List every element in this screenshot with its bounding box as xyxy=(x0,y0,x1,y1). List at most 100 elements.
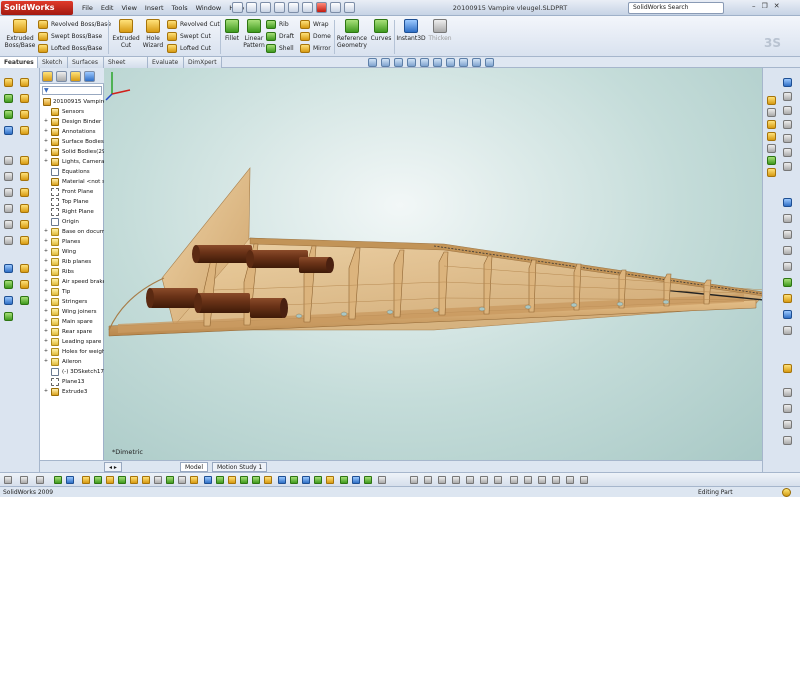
tree-filter[interactable]: ▼ xyxy=(42,86,102,95)
tree-expand-icon[interactable]: + xyxy=(43,239,49,245)
tree-item[interactable]: + Stringers xyxy=(40,297,104,307)
lofted-boss-button[interactable]: Lofted Boss/Base xyxy=(38,43,102,54)
tree-expand-icon[interactable]: + xyxy=(43,289,49,295)
composite-curve-icon[interactable] xyxy=(352,476,360,484)
axis-quick-icon[interactable] xyxy=(252,476,260,484)
move-entities-icon[interactable] xyxy=(4,188,13,197)
line-tool-icon[interactable] xyxy=(783,106,792,115)
polygon-tool-icon[interactable] xyxy=(783,148,792,157)
tree-item[interactable]: Origin xyxy=(40,217,104,227)
view-settings-icon[interactable] xyxy=(485,58,494,67)
tree-item[interactable]: + Rear spare xyxy=(40,327,104,337)
menu-edit[interactable]: Edit xyxy=(97,0,118,16)
tree-item[interactable]: + Wing xyxy=(40,247,104,257)
instant3d-button[interactable]: Instant3D xyxy=(396,19,426,42)
file-explorer-icon[interactable] xyxy=(767,132,776,141)
trim-icon[interactable] xyxy=(20,126,29,135)
tree-item[interactable]: + Ribs xyxy=(40,267,104,277)
rebuild-icon[interactable] xyxy=(316,2,327,13)
grid-icon[interactable] xyxy=(783,404,792,413)
smart-dimension-icon[interactable] xyxy=(4,78,13,87)
revolve-tool-icon[interactable] xyxy=(94,476,102,484)
sketch-ellipse-icon[interactable] xyxy=(466,476,474,484)
display-style-icon[interactable] xyxy=(433,58,442,67)
zoom-to-area-icon[interactable] xyxy=(381,58,390,67)
loft-tool-icon[interactable] xyxy=(118,476,126,484)
tree-item[interactable]: (-) 3DSketch17 xyxy=(40,367,104,377)
view-orientation-icon[interactable] xyxy=(420,58,429,67)
smart-dim-icon[interactable] xyxy=(783,92,792,101)
tree-expand-icon[interactable]: + xyxy=(43,269,49,275)
sketch-circle-icon[interactable] xyxy=(424,476,432,484)
check-icon[interactable] xyxy=(20,280,29,289)
new-icon[interactable] xyxy=(232,2,243,13)
menu-view[interactable]: View xyxy=(117,0,140,16)
mirror-quick-icon[interactable] xyxy=(216,476,224,484)
fillet-quick-icon[interactable] xyxy=(154,476,162,484)
tree-expand-icon[interactable] xyxy=(43,189,49,195)
options-icon[interactable] xyxy=(344,2,355,13)
print-icon[interactable] xyxy=(274,2,285,13)
fillet-tool-icon[interactable] xyxy=(783,246,792,255)
extend-tool-icon[interactable] xyxy=(783,310,792,319)
plane-quick-icon[interactable] xyxy=(240,476,248,484)
tab-dimxpert[interactable]: DimXpert xyxy=(184,57,222,68)
tree-expand-icon[interactable]: + xyxy=(43,279,49,285)
helix-icon[interactable] xyxy=(340,476,348,484)
search-input[interactable]: SolidWorks Search xyxy=(628,2,724,14)
design-library-icon[interactable] xyxy=(767,120,776,129)
split-line-icon[interactable] xyxy=(314,476,322,484)
tree-expand-icon[interactable]: + xyxy=(43,329,49,335)
point-icon[interactable] xyxy=(4,126,13,135)
3dsketch-quick-icon[interactable] xyxy=(302,476,310,484)
measure-icon[interactable] xyxy=(4,264,13,273)
dimxpert-manager-tab-icon[interactable] xyxy=(84,71,95,82)
tree-item[interactable]: Front Plane xyxy=(40,187,104,197)
tree-item[interactable]: Top Plane xyxy=(40,197,104,207)
tab-model[interactable]: Model xyxy=(180,462,209,472)
tab-features[interactable]: Features xyxy=(0,57,38,68)
configuration-manager-tab-icon[interactable] xyxy=(70,71,81,82)
tree-item[interactable]: Right Plane xyxy=(40,207,104,217)
select-tool-icon[interactable] xyxy=(4,476,12,484)
tree-expand-icon[interactable]: + xyxy=(43,159,49,165)
projected-curve-icon[interactable] xyxy=(326,476,334,484)
tree-expand-icon[interactable]: + xyxy=(43,299,49,305)
relations-icon[interactable] xyxy=(783,364,792,373)
menu-file[interactable]: File xyxy=(78,0,97,16)
swept-boss-button[interactable]: Swept Boss/Base xyxy=(38,31,102,42)
layers-icon[interactable] xyxy=(783,420,792,429)
centerline-icon[interactable] xyxy=(783,214,792,223)
tree-expand-icon[interactable] xyxy=(43,169,49,175)
trim-tool-icon[interactable] xyxy=(783,294,792,303)
mirror-tool-icon[interactable] xyxy=(783,326,792,335)
graphics-area[interactable]: *Dimetric xyxy=(104,68,762,460)
draft-button[interactable]: Draft xyxy=(266,31,294,42)
tree-expand-icon[interactable]: + xyxy=(43,319,49,325)
options-tool-icon[interactable] xyxy=(66,476,74,484)
mass-properties-icon[interactable] xyxy=(20,264,29,273)
sketch-extend-icon[interactable] xyxy=(538,476,546,484)
sketch-arc-icon[interactable] xyxy=(452,476,460,484)
convert-entities-icon[interactable] xyxy=(20,188,29,197)
tree-expand-icon[interactable] xyxy=(43,219,49,225)
add-relation-icon[interactable] xyxy=(4,204,13,213)
tree-item[interactable]: + Wing joiners xyxy=(40,307,104,317)
pattern-quick-icon[interactable] xyxy=(204,476,212,484)
extruded-boss-button[interactable]: Extruded Boss/Base xyxy=(4,19,36,49)
rebuild-status-icon[interactable] xyxy=(782,488,791,497)
sketch-quick-icon[interactable] xyxy=(290,476,298,484)
zebra-stripes-icon[interactable] xyxy=(4,312,13,321)
tab-surfaces[interactable]: Surfaces xyxy=(68,57,104,68)
lofted-cut-button[interactable]: Lofted Cut xyxy=(167,43,211,54)
sketch-dimension-icon[interactable] xyxy=(410,476,418,484)
sketch-mirror-icon[interactable] xyxy=(566,476,574,484)
hide-show-items-icon[interactable] xyxy=(446,58,455,67)
custom-properties-icon[interactable] xyxy=(767,168,776,177)
tree-item[interactable]: + Design Binder xyxy=(40,117,104,127)
search-results-icon[interactable] xyxy=(767,144,776,153)
tree-expand-icon[interactable]: + xyxy=(43,249,49,255)
feature-manager-scroll[interactable] xyxy=(40,460,104,472)
3d-sketch-icon[interactable] xyxy=(20,236,29,245)
spline-icon[interactable] xyxy=(20,110,29,119)
